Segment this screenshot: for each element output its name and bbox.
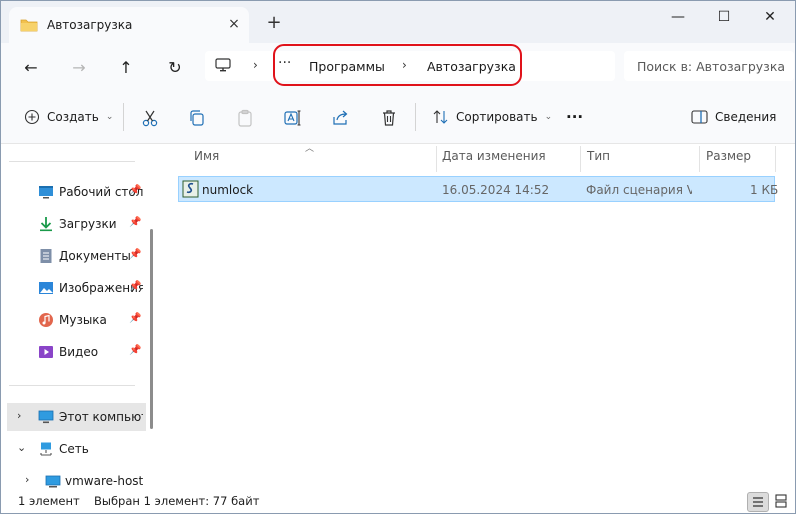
sidebar-item-music[interactable]: Музыка 📌: [1, 306, 146, 334]
minimize-button[interactable]: —: [655, 1, 701, 33]
close-tab-icon[interactable]: ×: [225, 15, 243, 33]
pictures-icon: [39, 282, 53, 294]
sidebar-item-pictures[interactable]: Изображения 📌: [1, 274, 146, 302]
column-divider[interactable]: [436, 146, 437, 172]
details-label: Сведения: [715, 110, 777, 124]
sidebar-item-label: Этот компьютер: [59, 410, 143, 424]
breadcrumb-separator: ›: [253, 58, 258, 72]
maximize-button[interactable]: ☐: [701, 1, 747, 33]
tab-title: Автозагрузка: [47, 18, 133, 32]
sidebar-item-label: Сеть: [59, 442, 89, 456]
documents-icon: [40, 249, 52, 263]
file-modified: 16.05.2024 14:52: [442, 183, 550, 197]
chevron-right-icon[interactable]: ›: [25, 473, 29, 486]
sidebar-item-desktop[interactable]: Рабочий стол 📌: [1, 178, 146, 206]
file-size: 1 КБ: [750, 183, 779, 197]
column-divider[interactable]: [775, 146, 776, 172]
item-count: 1 элемент: [18, 494, 80, 508]
column-header-modified[interactable]: Дата изменения: [442, 149, 546, 171]
search-placeholder: Поиск в: Автозагрузка: [637, 59, 786, 74]
paste-icon[interactable]: [235, 108, 255, 128]
pin-icon: 📌: [129, 345, 142, 356]
details-pane-icon: [691, 110, 708, 124]
toolbar-divider: [415, 103, 416, 131]
toolbar-divider: [123, 103, 124, 131]
tab-autostart[interactable]: Автозагрузка ×: [9, 7, 249, 43]
create-label: Создать: [47, 110, 99, 124]
sidebar-item-network[interactable]: ⌄ Сеть: [1, 435, 146, 463]
column-divider[interactable]: [699, 146, 700, 172]
sidebar-divider: [9, 161, 135, 162]
command-bar: Создать ⌄ Сортировать ⌄ ··· Сведения: [1, 91, 795, 144]
computer-icon: [215, 58, 231, 72]
file-row[interactable]: numlock 16.05.2024 14:52 Файл сценария V…: [178, 176, 779, 202]
back-button[interactable]: ←: [18, 55, 44, 81]
delete-icon[interactable]: [379, 108, 399, 128]
sidebar-item-downloads[interactable]: Загрузки 📌: [1, 210, 146, 238]
details-view-button[interactable]: [747, 492, 769, 512]
create-button[interactable]: Создать ⌄: [24, 106, 113, 128]
search-box[interactable]: Поиск в: Автозагрузка: [624, 51, 794, 81]
share-icon[interactable]: [331, 108, 351, 128]
network-drive-icon: [45, 475, 61, 488]
video-icon: [39, 346, 53, 358]
cut-icon[interactable]: [140, 108, 160, 128]
list-view-icon: [753, 497, 763, 507]
up-button[interactable]: ↑: [113, 55, 139, 81]
folder-icon: [20, 19, 38, 32]
navigation-pane: Рабочий стол 📌 Загрузки 📌 Документы 📌 Из…: [1, 144, 161, 489]
tiles-view-button[interactable]: [771, 492, 791, 510]
pin-icon: 📌: [129, 249, 142, 260]
new-tab-button[interactable]: +: [263, 12, 285, 34]
sort-button[interactable]: Сортировать ⌄: [432, 106, 552, 128]
refresh-button[interactable]: ↻: [162, 55, 188, 81]
chevron-down-icon: ⌄: [105, 112, 114, 122]
chevron-down-icon[interactable]: ⌄: [17, 441, 26, 454]
column-header-name[interactable]: Имя: [194, 149, 219, 171]
script-file-icon: [182, 180, 199, 198]
column-header-type[interactable]: Тип: [587, 149, 610, 171]
sidebar-scrollbar[interactable]: [150, 229, 153, 429]
file-explorer-window: Автозагрузка × + — ☐ ✕ ← → ↑ ↻ › ··· Про…: [0, 0, 796, 514]
sort-ascending-icon: ︿: [305, 144, 315, 154]
file-type: Файл сценария V...: [586, 183, 692, 197]
pin-icon: 📌: [129, 217, 142, 228]
more-options-button[interactable]: ···: [566, 106, 583, 128]
title-bar: Автозагрузка × + — ☐ ✕: [1, 1, 795, 43]
chevron-right-icon[interactable]: ›: [17, 409, 21, 422]
details-button[interactable]: Сведения: [691, 106, 776, 128]
computer-icon: [38, 410, 54, 424]
breadcrumb-highlight-annotation: [273, 44, 522, 86]
selection-info: Выбран 1 элемент: 77 байт: [94, 494, 260, 508]
copy-icon[interactable]: [187, 108, 207, 128]
pin-icon: 📌: [129, 281, 142, 292]
desktop-icon: [39, 186, 53, 199]
sidebar-item-this-pc[interactable]: › Этот компьютер: [7, 403, 146, 431]
rename-icon[interactable]: [283, 108, 303, 128]
tiles-view-icon: [775, 494, 787, 508]
forward-button[interactable]: →: [66, 55, 92, 81]
music-icon: [39, 313, 53, 327]
sidebar-item-videos[interactable]: Видео 📌: [1, 338, 146, 366]
close-window-button[interactable]: ✕: [747, 1, 793, 33]
plus-circle-icon: [24, 109, 40, 125]
column-header-size[interactable]: Размер: [706, 149, 751, 171]
status-bar: 1 элемент Выбран 1 элемент: 77 байт: [1, 489, 795, 513]
network-icon: [40, 442, 52, 456]
sidebar-item-documents[interactable]: Документы 📌: [1, 242, 146, 270]
file-name: numlock: [202, 183, 254, 197]
sort-icon: [433, 110, 448, 124]
pin-icon: 📌: [129, 313, 142, 324]
column-divider[interactable]: [580, 146, 581, 172]
sort-label: Сортировать: [456, 110, 538, 124]
sidebar-divider: [9, 385, 135, 386]
chevron-down-icon: ⌄: [544, 112, 553, 122]
download-icon: [40, 217, 52, 232]
pin-icon: 📌: [129, 185, 142, 196]
sidebar-item-label: vmware-host: [65, 474, 144, 488]
